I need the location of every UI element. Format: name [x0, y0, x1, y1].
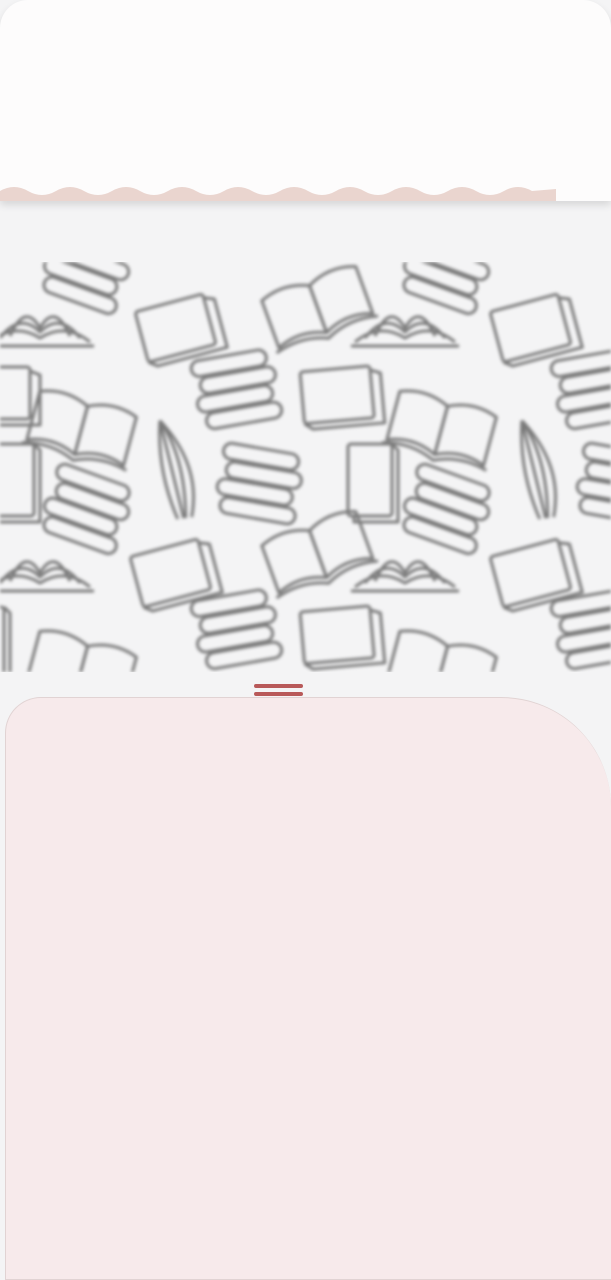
bottom-sheet[interactable] — [5, 697, 611, 1280]
books-pattern-background — [0, 262, 611, 672]
wavy-divider — [0, 187, 556, 201]
drag-handle-bar-bottom — [254, 692, 303, 696]
books-doodle-icon — [0, 262, 611, 672]
drag-handle-bar-top — [254, 684, 303, 688]
header-card — [0, 0, 611, 201]
